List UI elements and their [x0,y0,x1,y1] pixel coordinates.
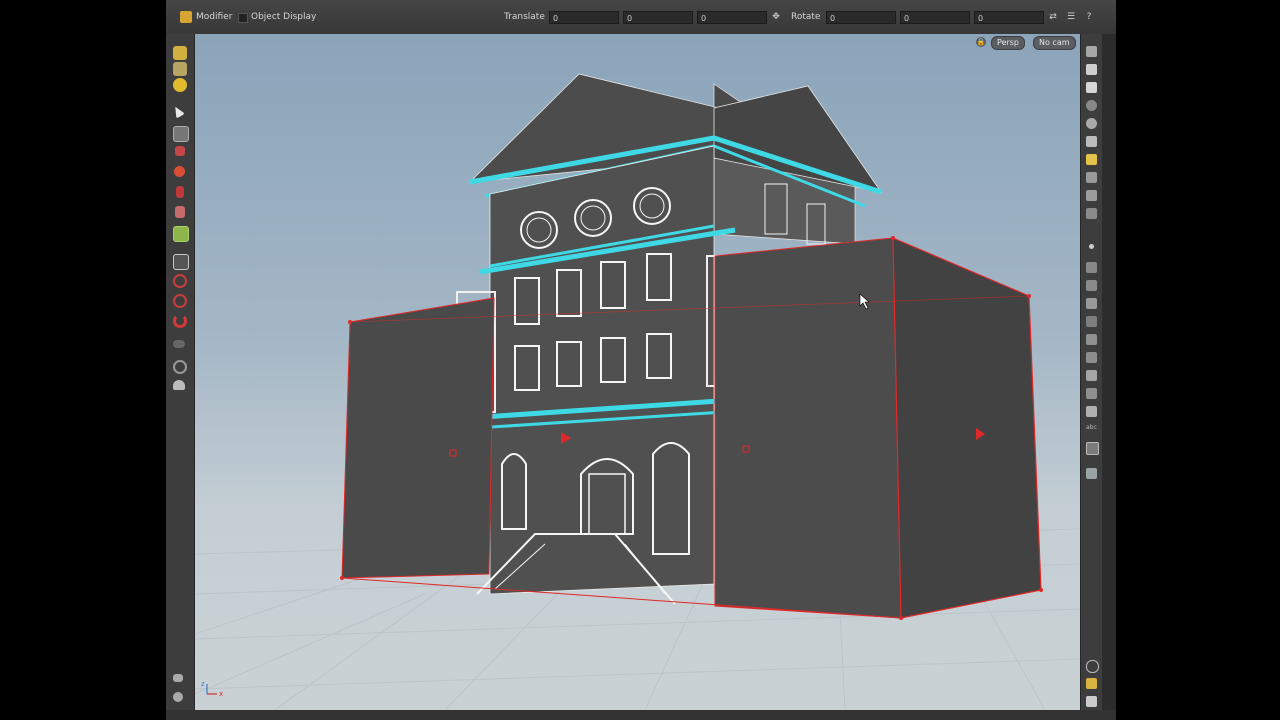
camera-view-icon[interactable] [1086,46,1097,57]
record-icon[interactable] [173,692,183,702]
vector-icon[interactable] [1086,316,1097,327]
square-icon[interactable] [1086,406,1097,417]
teapot-icon[interactable] [173,380,185,390]
layout-grid-icon[interactable] [1086,678,1097,689]
translate-y-field[interactable]: 0 [623,11,693,24]
axis-x-label: x [219,690,223,698]
houdini-window: Modifier Object Display Translate 0 0 0 … [166,0,1116,720]
persp-menu[interactable]: Persp [991,36,1025,50]
translate-z-field[interactable]: 0 [697,11,767,24]
rotate-y-field[interactable]: 0 [900,11,970,24]
ghost-icon[interactable] [1086,118,1097,129]
translate-x-field[interactable]: 0 [549,11,619,24]
magnet-icon[interactable] [173,314,187,328]
export-icon[interactable] [173,674,183,682]
screenshot-icon[interactable] [1086,696,1097,707]
object-display-label: Object Display [251,12,317,22]
axis-z-label: z [201,680,205,688]
operation-toolbar: Modifier Object Display Translate 0 0 0 … [166,0,1116,35]
grid-icon[interactable] [1086,172,1097,183]
point-icon[interactable] [1089,244,1094,249]
pin-icon[interactable] [1086,64,1097,75]
pose-icon[interactable] [175,206,185,218]
camera-menu[interactable]: No cam [1033,36,1076,50]
create-icon[interactable] [173,46,187,60]
pivot-icon[interactable]: ⇄ [1047,11,1059,23]
left-tool-shelf [166,34,195,710]
snap-icon[interactable] [173,274,187,288]
prim-icon[interactable] [1086,334,1097,345]
viewport-lock-icon[interactable]: 🔒 [976,37,986,47]
rotate-label: Rotate [791,12,821,22]
rotate-x-field[interactable]: 0 [826,11,896,24]
light-bulb-icon[interactable] [1086,154,1097,165]
paint-icon[interactable] [173,78,187,92]
modifier-icon[interactable] [180,11,192,23]
selection-box [340,236,1043,620]
info-icon[interactable] [1086,660,1099,673]
camera-icon[interactable] [173,360,187,374]
tool-icon[interactable] [176,186,184,198]
snapshot-icon[interactable] [1086,442,1099,455]
modifier-label[interactable]: Modifier [196,12,232,22]
right-display-shelf: abc [1080,34,1103,710]
view-icon[interactable] [173,226,189,242]
rotate-z-field[interactable]: 0 [974,11,1044,24]
translate-label: Translate [504,12,545,22]
lasso-icon[interactable] [173,294,187,308]
scene-canvas: z x [195,73,1080,710]
wire-icon[interactable] [1086,190,1097,201]
edge-icon[interactable] [1086,352,1097,363]
background-icon[interactable] [1086,468,1097,479]
display-options-icon[interactable] [1086,136,1097,147]
transform-toggle-icon[interactable]: ✥ [770,11,782,23]
options-list-icon[interactable]: ☰ [1065,11,1077,23]
normal-icon[interactable] [1086,262,1097,273]
scene-viewport[interactable]: z x 🔒 Persp No cam [195,34,1080,710]
brush-icon[interactable] [175,146,185,156]
status-strip [166,710,1116,720]
number-icon[interactable] [1086,298,1097,309]
select-geo-icon[interactable] [173,62,187,76]
handle-icon[interactable] [173,254,189,270]
help-icon[interactable]: ? [1083,11,1095,23]
side-panel-edge [1102,34,1116,710]
sphere-icon[interactable] [174,166,185,177]
lock-icon[interactable] [173,126,189,142]
select-arrow-icon[interactable] [170,104,186,119]
display-icon[interactable] [173,340,185,348]
light-icon[interactable] [1086,100,1097,111]
geometry-icon[interactable] [1086,208,1097,219]
bbox-icon[interactable] [1086,370,1097,381]
text-icon[interactable]: abc [1086,424,1097,435]
pen-icon[interactable] [1086,280,1097,291]
lock-icon[interactable] [1086,82,1097,93]
cut-icon[interactable] [1086,388,1097,399]
object-display-checkbox[interactable] [238,13,248,23]
